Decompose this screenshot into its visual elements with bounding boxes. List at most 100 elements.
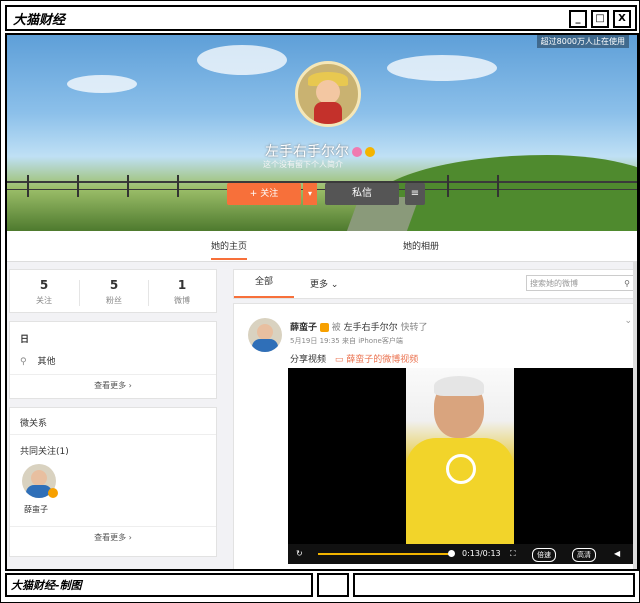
progress-knob[interactable] xyxy=(448,550,455,557)
fence-rail xyxy=(7,189,637,190)
minimize-button[interactable]: _ xyxy=(569,10,587,28)
info-heading: 日 xyxy=(20,335,30,345)
stat-value: 5 xyxy=(39,278,49,292)
by-label: 被 xyxy=(331,323,341,333)
member-icon xyxy=(365,147,375,157)
action-label: 快转了 xyxy=(400,323,428,333)
search-icon[interactable]: ⚲ xyxy=(624,276,630,292)
avatar-body xyxy=(314,102,342,124)
divider xyxy=(10,526,216,527)
replay-small-icon[interactable]: ↻ xyxy=(296,549,303,558)
stat-value: 1 xyxy=(177,278,187,292)
weibo-profile-page: 超过8000万人止在使用 左手右手尔尔 这个没有留下个人简介 + 关注 ▾ 私信… xyxy=(5,33,639,571)
mutual-label: 共同关注(1) xyxy=(20,447,69,457)
weibo-post: 薛蛮子 被 左手右手尔尔 快转了 5月19日 19:35 来自 iPhone客户… xyxy=(233,303,637,569)
avatar-face xyxy=(316,80,340,104)
progress-bar[interactable] xyxy=(318,553,452,555)
info-panel: 日 ⚲ 其他 查看更多 › xyxy=(9,321,217,399)
verified-icon xyxy=(319,323,329,332)
fence-post xyxy=(77,175,79,197)
relations-heading: 微关系 xyxy=(20,419,48,429)
divider xyxy=(148,280,149,306)
tab-home[interactable]: 她的主页 xyxy=(211,239,248,260)
relations-panel: 微关系 共同关注(1) 薛蛮子 查看更多 › xyxy=(9,407,217,557)
time-display: 0:13/0:13 xyxy=(462,549,501,558)
chevron-down-icon[interactable]: ⌄ xyxy=(624,316,632,326)
menu-icon[interactable]: ≡ xyxy=(405,183,425,205)
title-bar: 大猫财经 _ □ X xyxy=(5,5,637,31)
fence-post xyxy=(177,175,179,197)
divider xyxy=(79,280,80,306)
cloud-shape xyxy=(387,55,497,81)
post-author-name[interactable]: 薛蛮子 xyxy=(290,323,317,333)
location-text: 其他 xyxy=(37,357,56,367)
post-text-row: 分享视频 ▭ 薛蛮子的微博视频 xyxy=(290,352,418,365)
stat-label: 关注 xyxy=(36,296,52,305)
mutual-name[interactable]: 薛蛮子 xyxy=(24,504,48,515)
video-controls: ↻ 0:13/0:13 ⛶ 倍速 高清 ◀ xyxy=(288,544,634,564)
post-meta: 5月19日 19:35 来自 iPhone客户端 xyxy=(290,337,403,345)
profile-banner: 超过8000万人止在使用 左手右手尔尔 这个没有留下个人简介 + 关注 ▾ 私信… xyxy=(7,35,637,231)
stat-value: 5 xyxy=(109,278,119,292)
footer-box xyxy=(353,573,635,597)
window-frame: 大猫财经 _ □ X 超过8000万人止在使用 左手右手尔尔 这个没有留下个人简… xyxy=(0,0,640,603)
fence-rail xyxy=(7,181,637,183)
speed-button[interactable]: 倍速 xyxy=(532,548,556,562)
message-button[interactable]: 私信 xyxy=(325,183,399,205)
stat-followers[interactable]: 5 粉丝 xyxy=(84,278,144,306)
stats-panel: 5 关注 5 粉丝 1 微博 xyxy=(9,269,217,313)
divider xyxy=(10,374,216,375)
stat-weibo[interactable]: 1 微博 xyxy=(152,278,212,306)
avatar-head xyxy=(257,324,273,340)
fence-post xyxy=(27,175,29,197)
post-author-avatar[interactable] xyxy=(248,318,282,352)
fence-post xyxy=(127,175,129,197)
location-icon: ⚲ xyxy=(20,357,27,367)
profile-username: 左手右手尔尔 xyxy=(265,141,375,161)
follow-button[interactable]: + 关注 xyxy=(227,183,301,205)
video-link-icon: ▭ xyxy=(334,355,344,365)
female-icon xyxy=(352,147,362,157)
footer-text: 大猫财经-制图 xyxy=(11,579,82,592)
maximize-button[interactable]: □ xyxy=(591,10,609,28)
viewers-badge: 超过8000万人止在使用 xyxy=(536,35,629,48)
username-text: 左手右手尔尔 xyxy=(265,144,349,160)
close-button[interactable]: X xyxy=(613,10,631,28)
quality-button[interactable]: 高清 xyxy=(572,548,596,562)
video-player[interactable]: ↻ 0:13/0:13 ⛶ 倍速 高清 ◀ xyxy=(288,368,634,564)
divider xyxy=(10,434,216,435)
info-see-more-link[interactable]: 查看更多 › xyxy=(10,380,216,391)
relations-see-more-link[interactable]: 查看更多 › xyxy=(10,532,216,543)
volume-icon[interactable]: ◀ xyxy=(614,549,620,558)
video-link[interactable]: 薛蛮子的微博视频 xyxy=(346,355,418,365)
avatar-shirt xyxy=(252,339,278,352)
follow-dropdown-button[interactable]: ▾ xyxy=(303,183,317,205)
post-header: 薛蛮子 被 左手右手尔尔 快转了 xyxy=(290,320,428,333)
filter-all-tab[interactable]: 全部 xyxy=(234,270,294,298)
profile-bio: 这个没有留下个人简介 xyxy=(263,160,343,169)
video-person-hair xyxy=(434,376,484,396)
stat-following[interactable]: 5 关注 xyxy=(14,278,74,306)
post-text: 分享视频 xyxy=(290,355,327,365)
verified-icon xyxy=(48,488,58,498)
fence-post xyxy=(497,175,499,197)
profile-tabs: 她的主页 她的相册 xyxy=(7,231,637,262)
stat-label: 粉丝 xyxy=(106,296,122,305)
weibo-search-input[interactable]: 搜索她的微博 ⚲ xyxy=(526,275,634,291)
profile-avatar[interactable] xyxy=(295,61,361,127)
filter-more-dropdown[interactable]: 更多 ⌄ xyxy=(310,277,338,290)
cloud-shape xyxy=(197,45,287,75)
fullscreen-icon[interactable]: ⛶ xyxy=(510,549,516,559)
avatar-head xyxy=(31,470,47,486)
stat-label: 微博 xyxy=(174,296,190,305)
search-placeholder: 搜索她的微博 xyxy=(530,279,578,288)
feed-filter-bar: 全部 更多 ⌄ 搜索她的微博 ⚲ xyxy=(233,269,637,299)
location-row: ⚲ 其他 xyxy=(20,354,55,367)
fence-post xyxy=(447,175,449,197)
tab-album[interactable]: 她的相册 xyxy=(403,239,439,252)
cloud-shape xyxy=(67,75,137,93)
window-title: 大猫财经 xyxy=(13,13,66,28)
liker-name[interactable]: 左手右手尔尔 xyxy=(344,323,398,333)
scrollbar[interactable] xyxy=(633,261,637,569)
replay-icon[interactable] xyxy=(446,454,476,484)
